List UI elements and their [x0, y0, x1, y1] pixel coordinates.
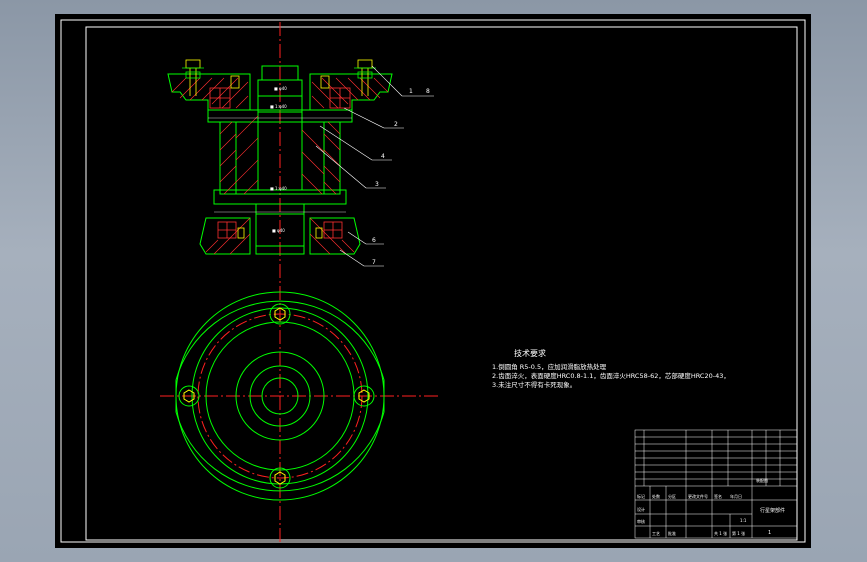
tb-sheet-number: 1: [768, 530, 771, 536]
svg-text:■ 1:φ40: ■ 1:φ40: [270, 186, 287, 191]
tb-label-mark: 标记: [637, 493, 645, 499]
tb-label-zone: 分区: [668, 493, 676, 499]
callout-3: 3: [375, 181, 379, 188]
tb-label-count: 处数: [652, 493, 660, 499]
svg-text:■ φ40: ■ φ40: [272, 228, 285, 233]
notes-line-3: 3.未注尺寸不得有卡死现象。: [492, 380, 576, 389]
tb-label-sheet: 第 1 张: [732, 530, 745, 536]
cad-drawing-canvas: ■ φ40 ■ 1:φ40 ■ 1:φ40 ■ φ40 1 8 2 4 3 6 …: [55, 14, 811, 548]
drawing-sheet: [55, 14, 811, 548]
tb-scale: 1:1: [740, 518, 747, 523]
notes-line-1: 1.倒圆角 R5-0.5，应加润滑脂放热处理: [492, 362, 607, 371]
callout-4: 4: [381, 153, 385, 160]
tb-label-total: 共 1 张: [714, 530, 727, 536]
tb-label-design: 设计: [637, 506, 645, 512]
tb-label-change: 更改文件号: [688, 493, 708, 499]
tb-label-review: 审核: [637, 518, 645, 524]
tb-label-sign: 签名: [714, 493, 722, 499]
callout-8: 8: [426, 88, 430, 95]
notes-line-2: 2.齿面淬火，表面硬度HRC0.8-1.1，齿面淬火HRC58-62，芯部硬度H…: [492, 371, 730, 380]
callout-6: 6: [372, 237, 376, 244]
tb-material: 装配图: [756, 477, 768, 483]
svg-text:■ φ40: ■ φ40: [274, 86, 287, 91]
tb-label-approve: 批准: [668, 530, 676, 536]
tb-label-process: 工艺: [652, 531, 660, 536]
tb-label-date: 年月日: [730, 493, 742, 499]
svg-text:■ 1:φ40: ■ 1:φ40: [270, 104, 287, 109]
callout-7: 7: [372, 259, 376, 266]
notes-title: 技术要求: [514, 348, 546, 358]
callout-1: 1: [409, 88, 413, 95]
tb-drawing-name: 行星架部件: [760, 507, 785, 514]
callout-2: 2: [394, 121, 398, 128]
